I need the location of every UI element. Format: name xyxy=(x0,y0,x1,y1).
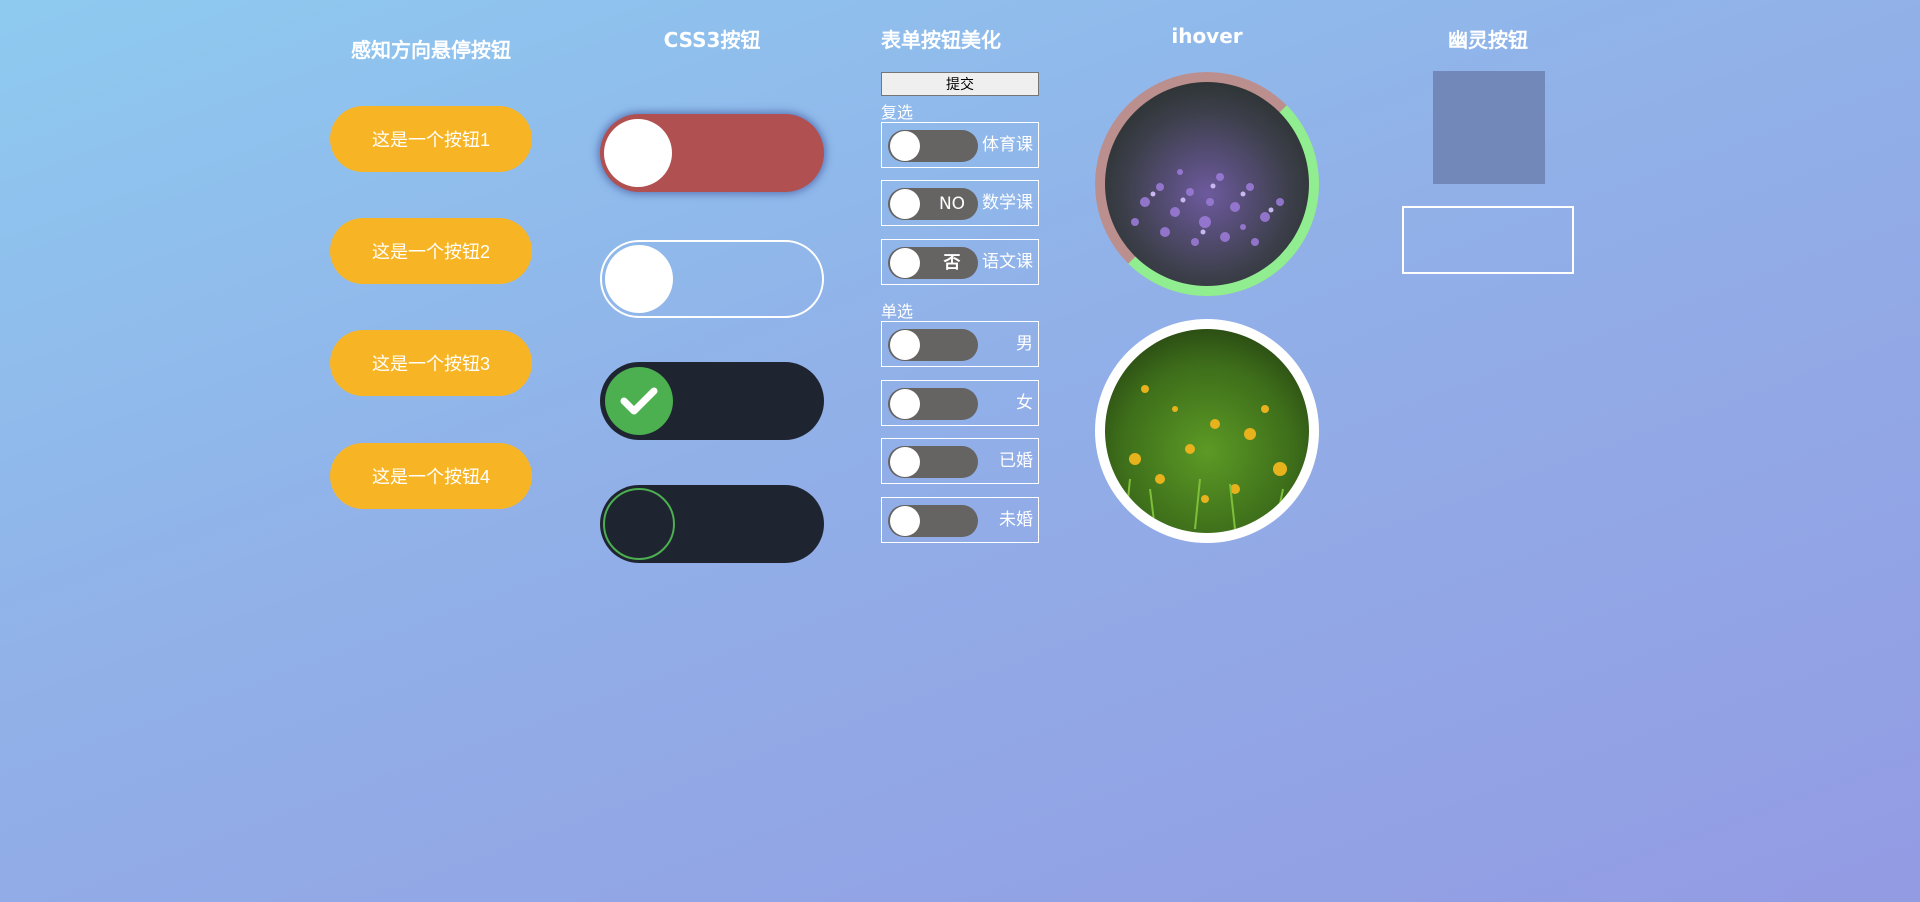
css3-toggle-unchecked[interactable] xyxy=(600,485,824,563)
switch-dot xyxy=(890,447,920,477)
checkbox-row-sports[interactable]: 体育课 xyxy=(881,122,1039,168)
toggle-knob-ring xyxy=(603,488,675,560)
toggle-knob xyxy=(604,119,672,187)
switch-dot xyxy=(890,248,920,278)
switch-text: NO xyxy=(938,194,966,214)
radio-label: 女 xyxy=(1016,393,1033,413)
switch-text xyxy=(932,130,972,162)
direction-button-2[interactable]: 这是一个按钮2 xyxy=(330,218,532,284)
radio-label: 未婚 xyxy=(999,510,1033,530)
radio-row-female[interactable]: 女 xyxy=(881,380,1039,426)
switch-dot xyxy=(890,330,920,360)
ghost-square[interactable] xyxy=(1433,71,1545,184)
check-icon xyxy=(620,387,658,415)
checkbox-label: 语文课 xyxy=(982,252,1033,272)
radio-section-label: 单选 xyxy=(881,302,914,321)
radio-switch[interactable] xyxy=(888,446,978,478)
title-ihover: ihover xyxy=(1171,24,1243,48)
grass-image xyxy=(1105,329,1309,533)
radio-switch[interactable] xyxy=(888,329,978,361)
switch-dot xyxy=(890,189,920,219)
switch-dot xyxy=(890,131,920,161)
direction-button-4[interactable]: 这是一个按钮4 xyxy=(330,443,532,509)
flower-image xyxy=(1105,82,1309,286)
radio-row-married[interactable]: 已婚 xyxy=(881,438,1039,484)
title-direction-hover: 感知方向悬停按钮 xyxy=(351,38,511,62)
title-css3: CSS3按钮 xyxy=(663,28,761,52)
ihover-circle-flowers[interactable] xyxy=(1095,72,1319,296)
checkbox-row-math[interactable]: NO 数学课 xyxy=(881,180,1039,226)
css3-toggle-checked[interactable] xyxy=(600,362,824,440)
switch-dot xyxy=(890,389,920,419)
checkbox-label: 体育课 xyxy=(982,135,1033,155)
checkbox-label: 数学课 xyxy=(982,193,1033,213)
css3-toggle-red[interactable] xyxy=(600,114,824,192)
radio-row-male[interactable]: 男 xyxy=(881,321,1039,367)
direction-button-1[interactable]: 这是一个按钮1 xyxy=(330,106,532,172)
radio-row-unmarried[interactable]: 未婚 xyxy=(881,497,1039,543)
ghost-button[interactable] xyxy=(1402,206,1574,274)
title-ghost: 幽灵按钮 xyxy=(1448,28,1528,52)
toggle-knob xyxy=(605,245,673,313)
checkbox-switch[interactable] xyxy=(888,130,978,162)
ihover-circle-grass[interactable] xyxy=(1095,319,1319,543)
checkbox-row-chinese[interactable]: 否 语文课 xyxy=(881,239,1039,285)
css3-toggle-outline[interactable] xyxy=(600,240,824,318)
checkbox-section-label: 复选 xyxy=(881,103,914,122)
flower-photo xyxy=(1131,169,1284,246)
direction-button-3[interactable]: 这是一个按钮3 xyxy=(330,330,532,396)
radio-switch[interactable] xyxy=(888,505,978,537)
switch-text: 否 xyxy=(943,253,961,273)
checkbox-switch[interactable]: 否 xyxy=(888,247,978,279)
radio-label: 男 xyxy=(1016,334,1033,354)
submit-button[interactable]: 提交 xyxy=(881,72,1039,96)
toggle-knob xyxy=(605,367,673,435)
title-form: 表单按钮美化 xyxy=(881,28,1001,52)
grass-photo xyxy=(1124,385,1287,530)
checkbox-switch[interactable]: NO xyxy=(888,188,978,220)
radio-switch[interactable] xyxy=(888,388,978,420)
switch-dot xyxy=(890,506,920,536)
radio-label: 已婚 xyxy=(999,451,1033,471)
